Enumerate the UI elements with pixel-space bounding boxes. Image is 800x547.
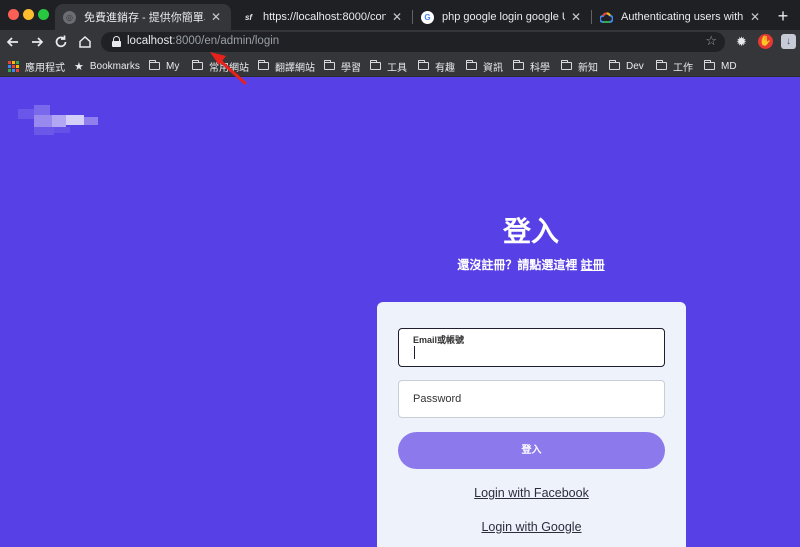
register-link[interactable]: 註冊 <box>581 258 605 272</box>
password-field[interactable]: Password <box>398 380 665 418</box>
email-field-label: Email或帳號 <box>413 335 465 345</box>
facebook-login-link[interactable]: Login with Facebook <box>474 486 589 500</box>
text-caret <box>414 346 415 359</box>
google-login-link[interactable]: Login with Google <box>481 520 581 534</box>
login-card: Email或帳號 Password 登入 Login with Facebook… <box>377 302 686 547</box>
page-title: 登入 <box>502 216 559 247</box>
register-prompt: 還沒註冊？請點選這裡 註冊 <box>430 256 632 273</box>
google-login: Login with Google <box>377 520 686 534</box>
login-button[interactable]: 登入 <box>398 432 665 469</box>
password-placeholder: Password <box>413 393 462 405</box>
email-field[interactable]: Email或帳號 <box>398 328 665 367</box>
facebook-login: Login with Facebook <box>377 486 686 500</box>
register-prompt-text: 還沒註冊？請點選這裡 <box>457 258 578 272</box>
annotation-arrow-icon <box>210 52 247 85</box>
site-logo-pixelated[interactable] <box>18 103 98 139</box>
